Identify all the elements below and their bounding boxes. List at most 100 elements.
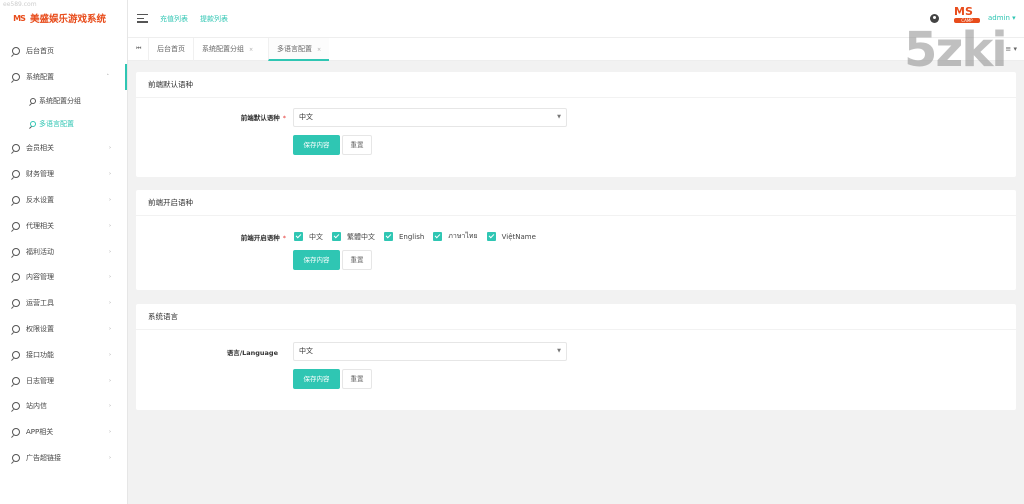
sidebar-subitem-label: 系统配置分组 <box>39 97 81 106</box>
menu-leaf-icon <box>12 196 20 205</box>
sidebar-item-label: 代理相关 <box>26 221 54 230</box>
checkbox-label: 繁體中文 <box>347 232 375 241</box>
checkbox-vi[interactable]: ViệtName <box>486 232 536 241</box>
tab-config-group[interactable]: 系统配置分组 × <box>193 38 261 61</box>
menu-leaf-icon <box>12 350 20 359</box>
sidebar-item-home[interactable]: 后台首页 <box>0 38 127 64</box>
sidebar: ee589.com MS 美盛娱乐游戏系统 后台首页 系统配置 ˄ 系统配置分组 … <box>0 0 128 504</box>
sidebar-item-logs[interactable]: 日志管理 › <box>0 368 127 394</box>
form-label: 语言/Language <box>168 347 278 357</box>
tabs-menu-icon[interactable]: ≡ ▾ <box>1005 45 1017 53</box>
sidebar-item-messages[interactable]: 站内信 › <box>0 394 127 420</box>
card-system-language: 系统语言 语言/Language 中文 ▼ 保存内容 重置 <box>136 304 1016 410</box>
menu-leaf-icon <box>12 376 20 385</box>
chevron-up-icon: ˄ <box>106 73 110 80</box>
sidebar-item-agent[interactable]: 代理相关 › <box>0 213 127 239</box>
chevron-right-icon: › <box>109 377 111 384</box>
tab-home[interactable]: 后台首页 <box>148 38 193 61</box>
required-mark: * <box>282 234 286 242</box>
tabs-scroll-left-icon[interactable]: ⏮ <box>136 45 141 53</box>
chevron-right-icon: › <box>109 171 111 178</box>
card-enabled-languages: 前端开启语种 前端开启语种 * 中文 繁體中文 English ภาษาไทย V… <box>136 190 1016 290</box>
sidebar-item-rebate[interactable]: 反水设置 › <box>0 187 127 213</box>
menu-leaf-icon <box>12 144 20 153</box>
sidebar-item-members[interactable]: 会员相关 › <box>0 136 127 162</box>
sidebar-item-label: APP相关 <box>26 428 54 437</box>
menu-leaf-icon <box>30 121 36 128</box>
menu-leaf-icon <box>12 247 20 256</box>
checkbox-th[interactable]: ภาษาไทย <box>433 231 478 242</box>
sidebar-item-label: 系统配置 <box>26 72 54 81</box>
menu-leaf-icon <box>12 72 20 81</box>
sidebar-item-label: 反水设置 <box>26 196 54 205</box>
menu-leaf-icon <box>12 170 20 179</box>
sidebar-item-label: 运营工具 <box>26 299 54 308</box>
system-language-select[interactable]: 中文 ▼ <box>293 342 567 361</box>
close-icon[interactable]: × <box>249 47 253 53</box>
logo-mark: MS <box>13 13 26 23</box>
reset-button[interactable]: 重置 <box>342 135 372 155</box>
tab-label: 后台首页 <box>157 45 185 53</box>
sidebar-subitem-config-group[interactable]: 系统配置分组 <box>0 90 127 113</box>
card-title: 前端开启语种 <box>136 190 1016 216</box>
sidebar-item-ad-links[interactable]: 广告超链接 › <box>0 445 127 471</box>
checkbox-label: 中文 <box>309 232 323 241</box>
user-menu[interactable]: admin ▾ <box>988 14 1016 22</box>
sidebar-item-permissions[interactable]: 权限设置 › <box>0 316 127 342</box>
sidebar-item-ops-tools[interactable]: 运营工具 › <box>0 290 127 316</box>
checkbox-en[interactable]: English <box>384 232 424 241</box>
sidebar-item-label: 广告超链接 <box>26 454 61 463</box>
form-label: 前端开启语种 * <box>176 232 286 242</box>
save-button[interactable]: 保存内容 <box>293 250 340 270</box>
submenu-system-config: 系统配置分组 多语言配置 <box>0 90 127 136</box>
menu-leaf-icon <box>12 273 20 282</box>
checkbox-label: English <box>399 232 425 241</box>
chevron-right-icon: › <box>109 300 111 307</box>
card-title: 系统语言 <box>136 304 1016 330</box>
menu-leaf-icon <box>12 454 20 463</box>
language-checkbox-group: 中文 繁體中文 English ภาษาไทย ViệtName <box>294 231 545 242</box>
sidebar-subitem-multilang[interactable]: 多语言配置 <box>0 113 127 136</box>
logo[interactable]: ee589.com MS 美盛娱乐游戏系统 <box>0 0 127 36</box>
reset-button[interactable]: 重置 <box>342 369 372 389</box>
sidebar-item-content[interactable]: 内容管理 › <box>0 265 127 291</box>
sidebar-item-api[interactable]: 接口功能 › <box>0 342 127 368</box>
sidebar-item-app[interactable]: APP相关 › <box>0 419 127 445</box>
sidebar-item-promotions[interactable]: 福利活动 › <box>0 239 127 265</box>
checkbox-zh-cn[interactable]: 中文 <box>294 232 323 242</box>
checkbox-checked-icon <box>384 232 393 241</box>
avatar-logo-text: MS <box>954 5 973 18</box>
menu-leaf-icon <box>30 98 36 105</box>
tab-multilang[interactable]: 多语言配置 × <box>268 38 330 61</box>
sidebar-item-system-config[interactable]: 系统配置 ˄ <box>0 63 127 90</box>
checkbox-checked-icon <box>294 232 303 241</box>
default-language-select[interactable]: 中文 ▼ <box>293 108 567 127</box>
checkbox-checked-icon <box>433 232 443 241</box>
card-title: 前端默认语种 <box>136 72 1016 98</box>
required-mark: * <box>282 114 286 122</box>
label-text: 语言/Language <box>226 349 278 357</box>
sidebar-item-finance[interactable]: 财务管理 › <box>0 161 127 187</box>
checkbox-zh-tw[interactable]: 繁體中文 <box>332 232 375 242</box>
sidebar-subitem-label: 多语言配置 <box>39 120 74 129</box>
select-value: 中文 <box>299 113 313 121</box>
chevron-right-icon: › <box>109 326 111 333</box>
menu-leaf-icon <box>12 221 20 230</box>
logo-text: 美盛娱乐游戏系统 <box>30 14 107 25</box>
chevron-right-icon: › <box>109 222 111 229</box>
chevron-right-icon: › <box>109 403 111 410</box>
link-withdraw-list[interactable]: 提款列表 <box>200 14 228 24</box>
top-header: 充值列表 提款列表 MS CAMP admin ▾ <box>128 0 1024 38</box>
checkbox-checked-icon <box>332 232 341 241</box>
menu-toggle-icon[interactable] <box>137 14 148 25</box>
link-recharge-list[interactable]: 充值列表 <box>160 14 188 24</box>
reset-button[interactable]: 重置 <box>342 250 372 270</box>
save-button[interactable]: 保存内容 <box>293 135 340 155</box>
chevron-right-icon: › <box>109 351 111 358</box>
chevron-right-icon: › <box>109 145 111 152</box>
save-button[interactable]: 保存内容 <box>293 369 340 389</box>
close-icon[interactable]: × <box>317 47 321 53</box>
chevron-right-icon: › <box>109 429 111 436</box>
sidebar-item-label: 内容管理 <box>26 273 54 282</box>
page-tabs: ⏮ 后台首页 系统配置分组 × 多语言配置 × ≡ ▾ <box>128 38 1024 61</box>
